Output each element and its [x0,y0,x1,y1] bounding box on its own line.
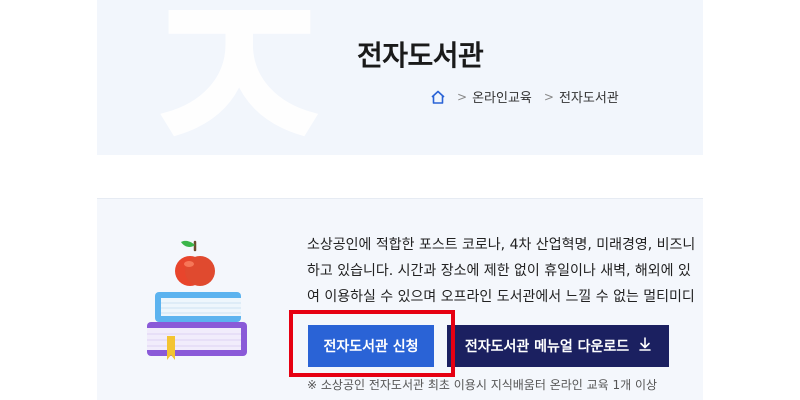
description: 소상공인에 적합한 포스트 코로나, 4차 산업혁명, 미래경영, 비즈니 하고… [307,232,703,310]
breadcrumb-item-e-library[interactable]: 전자도서관 [559,87,619,106]
description-line: 여 이용하실 수 있으며 오프라인 도서관에서 느낄 수 없는 멀티미디 [307,289,695,305]
hero-banner: ㅈ 전자도서관 > 온라인교육 > 전자도서관 [97,0,703,155]
download-icon [639,337,651,355]
hero-watermark: ㅈ [127,0,348,155]
books-apple-illustration [145,236,255,366]
description-line: 하고 있습니다. 시간과 장소에 제한 없이 휴일이나 새벽, 해외에 있 [307,263,691,279]
breadcrumb-separator: > [457,89,468,104]
usage-note: ※ 소상공인 전자도서관 최초 이용시 지식배움터 온라인 교육 1개 이상 [307,378,658,392]
manual-button-label: 전자도서관 메뉴얼 다운로드 [464,339,630,355]
page: ㅈ 전자도서관 > 온라인교육 > 전자도서관 소상공인에 적합한 포스트 코로… [97,0,703,400]
description-line: 소상공인에 적합한 포스트 코로나, 4차 산업혁명, 미래경영, 비즈니 [307,237,696,253]
breadcrumb: > 온라인교육 > 전자도서관 [430,87,619,106]
breadcrumb-separator: > [543,89,554,104]
highlight-box [289,310,455,377]
page-title: 전자도서관 [357,39,484,72]
breadcrumb-item-online-education[interactable]: 온라인교육 [472,87,532,106]
home-icon[interactable] [430,89,446,105]
download-manual-button[interactable]: 전자도서관 메뉴얼 다운로드 [447,325,669,367]
